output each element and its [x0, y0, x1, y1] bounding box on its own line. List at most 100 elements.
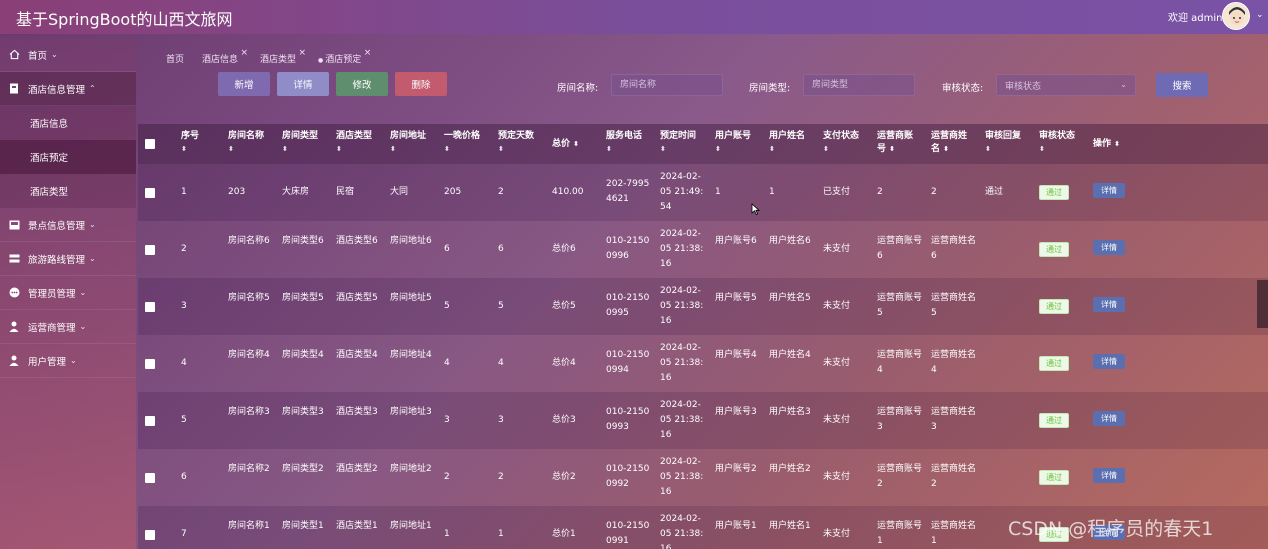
sort-icon[interactable]: ⬍: [985, 143, 1021, 156]
col-header-time[interactable]: 预定时间 ⬍: [660, 130, 696, 156]
status-badge: 通过: [1039, 242, 1069, 257]
sidebar-item-admin[interactable]: 管理员管理 ⌄: [0, 276, 136, 310]
search-button[interactable]: 搜索: [1156, 73, 1208, 97]
sidebar-item-label: 旅游路线管理: [28, 254, 86, 266]
header-label: 序号: [181, 131, 200, 141]
sort-icon[interactable]: ⬍: [444, 143, 480, 156]
row-checkbox[interactable]: [145, 359, 155, 369]
sort-icon[interactable]: ⬍: [228, 143, 264, 156]
sort-icon[interactable]: ⬍: [1114, 140, 1120, 148]
sort-icon[interactable]: ⬍: [769, 143, 805, 156]
table-row[interactable]: 2 房间名称6 房间类型6 酒店类型6 房间地址6 6 6 总价6 010-2150 0996 2…: [138, 221, 1268, 278]
cell-user-name: 用户姓名4: [769, 350, 811, 360]
row-checkbox[interactable]: [145, 302, 155, 312]
tab-hotel-type[interactable]: 酒店类型 ×: [260, 48, 306, 65]
col-header-phone[interactable]: 服务电话 ⬍: [606, 130, 642, 156]
booking-table: 序号 ⬍ 房间名称 ⬍ 房间类型 ⬍ 酒店类型 ⬍ 房间地址 ⬍ 一晚价格 ⬍ 预定天数 ⬍ …: [138, 124, 1268, 549]
table-row[interactable]: 6 房间名称2 房间类型2 酒店类型2 房间地址2 2 2 总价2 010-2150 0992 2…: [138, 449, 1268, 506]
avatar[interactable]: [1222, 2, 1250, 30]
room-name-input[interactable]: [611, 74, 723, 96]
row-detail-button[interactable]: 详情: [1093, 297, 1125, 312]
delete-button[interactable]: 删除: [395, 72, 447, 96]
cell-room-name: 房间名称3: [228, 407, 270, 417]
edit-button[interactable]: 修改: [336, 72, 388, 96]
room-type-input[interactable]: [803, 74, 915, 96]
header-label: 总价: [552, 139, 571, 149]
row-detail-button[interactable]: 详情: [1093, 354, 1125, 369]
header-label: 预定天数: [498, 131, 535, 141]
table-row[interactable]: 1 203 大床房 民宿 大同 205 2 410.00 202-7995 4621 2024-0…: [138, 164, 1268, 221]
row-checkbox[interactable]: [145, 530, 155, 540]
sort-icon[interactable]: ⬍: [573, 140, 579, 148]
sort-icon[interactable]: ⬍: [943, 145, 949, 153]
sort-icon[interactable]: ⬍: [336, 143, 372, 156]
col-header-user-account[interactable]: 用户账号 ⬍: [715, 130, 751, 156]
col-header-pay-status[interactable]: 支付状态 ⬍: [823, 130, 859, 156]
close-icon[interactable]: ×: [299, 48, 307, 58]
table-row[interactable]: 3 房间名称5 房间类型5 酒店类型5 房间地址5 5 5 总价5 010-2150 0995 2…: [138, 278, 1268, 335]
col-header-room-name[interactable]: 房间名称 ⬍: [228, 130, 264, 156]
audit-status-select[interactable]: 审核状态 ⌄: [996, 74, 1136, 96]
tab-hotel-booking[interactable]: 酒店预定×: [318, 48, 371, 65]
col-header-no[interactable]: 序号 ⬍: [181, 130, 199, 156]
sort-icon[interactable]: ⬍: [606, 143, 642, 156]
col-header-hotel-type[interactable]: 酒店类型 ⬍: [336, 130, 372, 156]
user-menu-chevron-icon[interactable]: ⌄: [1256, 10, 1264, 20]
sort-icon[interactable]: ⬍: [889, 145, 895, 153]
sidebar-item-scenic[interactable]: 景点信息管理 ⌄: [0, 208, 136, 242]
cell-user-account: 用户账号3: [715, 407, 757, 417]
sidebar-item-route[interactable]: 旅游路线管理 ⌄: [0, 242, 136, 276]
sort-icon[interactable]: ⬍: [1039, 143, 1075, 156]
sidebar-subitem-hotel-info[interactable]: 酒店信息: [0, 106, 136, 140]
sidebar-subitem-hotel-booking[interactable]: 酒店预定: [0, 140, 136, 174]
col-header-address[interactable]: 房间地址 ⬍: [390, 130, 426, 156]
cell-operator-name: 运营商姓名2: [931, 464, 977, 489]
row-checkbox[interactable]: [145, 416, 155, 426]
table-row[interactable]: 4 房间名称4 房间类型4 酒店类型4 房间地址4 4 4 总价4 010-2150 0994 2…: [138, 335, 1268, 392]
tab-home[interactable]: 首页: [166, 52, 184, 65]
close-icon[interactable]: ×: [240, 48, 248, 58]
close-icon[interactable]: ×: [364, 48, 372, 58]
sort-icon[interactable]: ⬍: [282, 143, 318, 156]
cell-total: 总价6: [552, 243, 576, 254]
sort-icon[interactable]: ⬍: [715, 143, 751, 156]
header-label: 房间类型: [282, 131, 319, 141]
table-row[interactable]: 5 房间名称3 房间类型3 酒店类型3 房间地址3 3 3 总价3 010-2150 0993 2…: [138, 392, 1268, 449]
add-button[interactable]: 新增: [218, 72, 270, 96]
detail-button[interactable]: 详情: [277, 72, 329, 96]
cell-operator-name: 运营商姓名6: [931, 236, 977, 261]
select-all-checkbox[interactable]: [145, 139, 155, 149]
sort-icon[interactable]: ⬍: [498, 143, 534, 156]
col-header-price[interactable]: 一晚价格 ⬍: [444, 130, 480, 156]
tab-hotel-info[interactable]: 酒店信息 ×: [202, 48, 248, 65]
col-header-days[interactable]: 预定天数 ⬍: [498, 130, 534, 156]
col-header-operator-name[interactable]: 运营商姓名 ⬍: [931, 130, 975, 156]
col-header-audit-status[interactable]: 审核状态 ⬍: [1039, 130, 1075, 156]
scrollbar-thumb[interactable]: [1257, 280, 1268, 328]
sort-icon[interactable]: ⬍: [390, 143, 426, 156]
row-checkbox[interactable]: [145, 245, 155, 255]
row-detail-button[interactable]: 详情: [1093, 468, 1125, 483]
mouse-cursor-icon: [751, 203, 760, 216]
sidebar-item-hotel-info[interactable]: 酒店信息管理 ⌃: [0, 72, 136, 106]
cell-phone: 010-2150 0994: [606, 350, 650, 375]
col-header-room-type[interactable]: 房间类型 ⬍: [282, 130, 318, 156]
row-detail-button[interactable]: 详情: [1093, 240, 1125, 255]
sort-icon[interactable]: ⬍: [823, 143, 859, 156]
row-checkbox[interactable]: [145, 473, 155, 483]
col-header-user-name[interactable]: 用户姓名 ⬍: [769, 130, 805, 156]
sidebar-subitem-hotel-type[interactable]: 酒店类型: [0, 174, 136, 208]
row-detail-button[interactable]: 详情: [1093, 411, 1125, 426]
col-header-operator-account[interactable]: 运营商账号 ⬍: [877, 130, 921, 156]
col-header-total[interactable]: 总价 ⬍: [552, 138, 579, 151]
row-detail-button[interactable]: 详情: [1093, 183, 1125, 198]
cell-operator-account: 运营商账号2: [877, 464, 923, 489]
cell-days: 3: [498, 414, 504, 425]
sidebar-item-home[interactable]: 首页 ⌄: [0, 38, 136, 72]
sidebar-item-operator[interactable]: 运营商管理 ⌄: [0, 310, 136, 344]
sidebar-item-user[interactable]: 用户管理 ⌄: [0, 344, 136, 378]
col-header-audit-reply[interactable]: 审核回复 ⬍: [985, 130, 1021, 156]
sort-icon[interactable]: ⬍: [181, 143, 199, 156]
sort-icon[interactable]: ⬍: [660, 143, 696, 156]
row-checkbox[interactable]: [145, 188, 155, 198]
